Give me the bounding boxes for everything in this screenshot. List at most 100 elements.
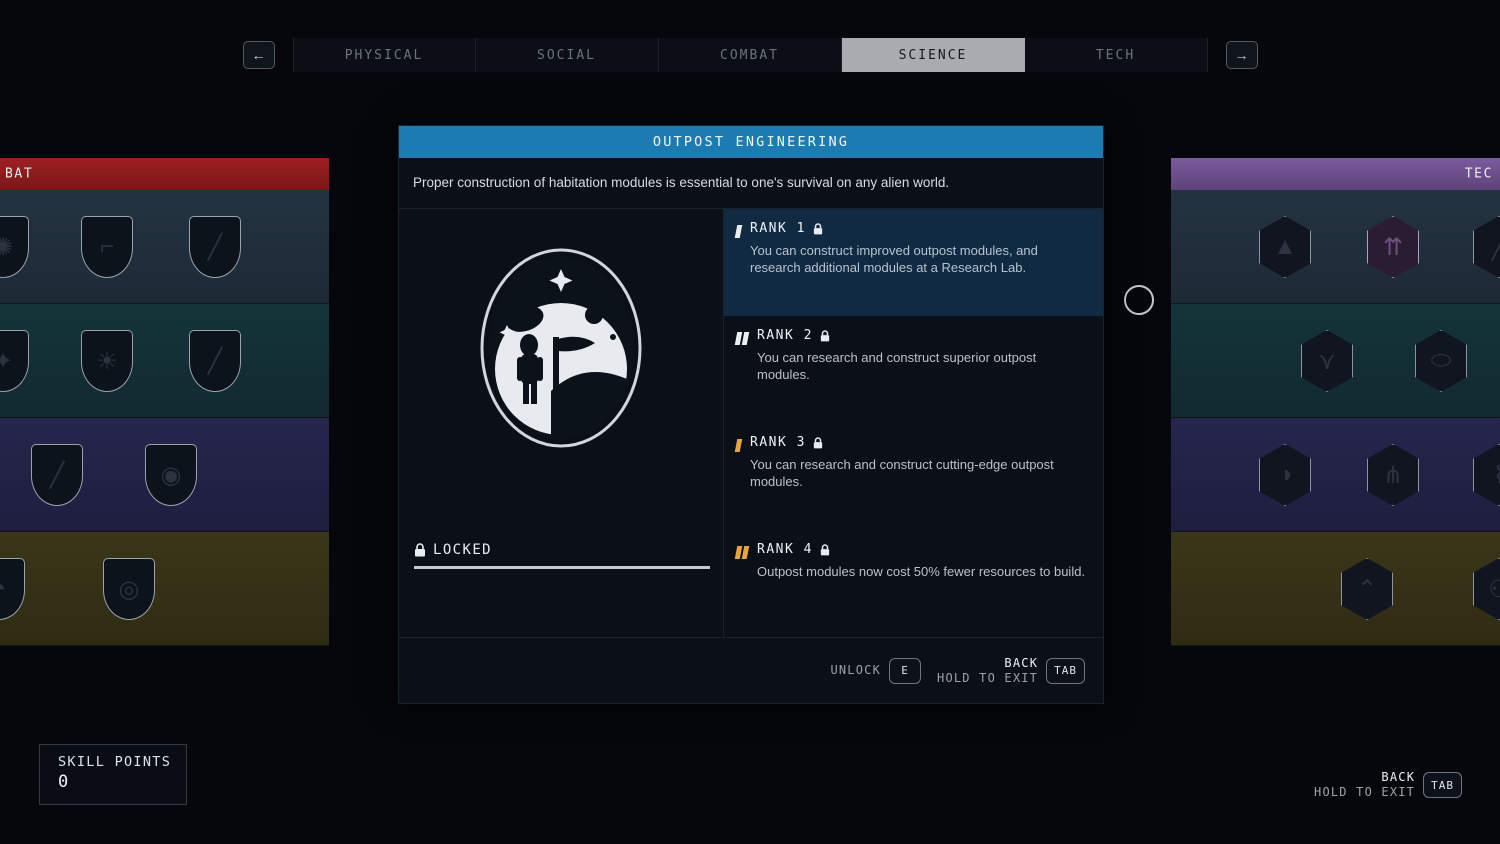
- tab-tech[interactable]: TECH: [1025, 38, 1208, 72]
- skill-title-header: OUTPOST ENGINEERING: [399, 126, 1103, 158]
- tier-row: ╱ ◉: [0, 418, 329, 532]
- tier-row: ◓ ◎: [0, 532, 329, 646]
- lock-icon: [813, 223, 823, 235]
- skill-badge[interactable]: ╱: [1473, 216, 1500, 278]
- background-panel-combat: BAT ✺ ⌐ ╱ ✦ ☀ ╱ ╱ ◉ ◓: [0, 158, 329, 648]
- rank-label: RANK 4: [757, 542, 813, 557]
- arrow-left-icon[interactable]: ←: [243, 41, 275, 69]
- lock-icon: [813, 437, 823, 449]
- scanner-icon: ◑: [1260, 445, 1310, 505]
- category-tabbar: ← PHYSICAL SOCIAL COMBAT SCIENCE TECH →: [0, 38, 1500, 72]
- skill-badge[interactable]: ⌇: [1473, 444, 1500, 506]
- skill-badge[interactable]: ⋎: [1301, 330, 1353, 392]
- shuttle-icon: ⌃: [1342, 559, 1392, 619]
- skill-badge[interactable]: ✦: [0, 330, 29, 392]
- rifle-icon: ╱: [190, 217, 240, 277]
- rank-description: You can research and construct cutting-e…: [750, 457, 1080, 490]
- skill-badge[interactable]: ☀: [81, 330, 133, 392]
- tier-row: ⌃ ⚇: [1171, 532, 1500, 646]
- capsule-icon: ⬭: [1416, 331, 1466, 391]
- rank-description: You can research and construct superior …: [757, 350, 1087, 383]
- astronaut-planet-emblem: [473, 241, 649, 456]
- skill-badge[interactable]: ╱: [31, 444, 83, 506]
- comet-icon: ╱: [1474, 217, 1500, 277]
- arrow-right-icon[interactable]: →: [1226, 41, 1258, 69]
- category-tabs: PHYSICAL SOCIAL COMBAT SCIENCE TECH: [293, 38, 1208, 72]
- target-icon: ◎: [104, 559, 154, 619]
- skill-progress-bar: [414, 566, 710, 569]
- tier-row: ⋎ ⬭: [1171, 304, 1500, 418]
- skill-badge[interactable]: ╱: [189, 216, 241, 278]
- gantry-icon: ⋔: [1368, 445, 1418, 505]
- tab-science[interactable]: SCIENCE: [842, 38, 1025, 72]
- skill-detail-card: OUTPOST ENGINEERING Proper construction …: [398, 125, 1104, 704]
- rank-pips: [736, 221, 741, 302]
- thruster-icon: ⇈: [1368, 217, 1418, 277]
- tier-row: ◑ ⋔ ⌇: [1171, 418, 1500, 532]
- back-label: BACK: [937, 656, 1038, 671]
- burst-icon: ✺: [0, 217, 28, 277]
- skill-badge[interactable]: ⌃: [1341, 558, 1393, 620]
- card-footer: UNLOCK E BACK HOLD TO EXIT TAB: [399, 637, 1103, 703]
- skill-badge[interactable]: ◉: [145, 444, 197, 506]
- category-header-tech-label: TEC: [1465, 167, 1493, 182]
- rank-row-3[interactable]: RANK 3 You can research and construct cu…: [724, 423, 1103, 530]
- rank-label: RANK 2: [757, 328, 813, 343]
- skill-badge[interactable]: ◎: [103, 558, 155, 620]
- rank-pips: [736, 328, 748, 409]
- rank-description: You can construct improved outpost modul…: [750, 243, 1080, 276]
- screen-back-key[interactable]: TAB: [1423, 772, 1462, 798]
- rank-row-1[interactable]: RANK 1 You can construct improved outpos…: [724, 209, 1103, 316]
- skill-badge[interactable]: ⚇: [1473, 558, 1500, 620]
- skill-badge[interactable]: ▲: [1259, 216, 1311, 278]
- rank-row-4[interactable]: RANK 4 Outpost modules now cost 50% fewe…: [724, 530, 1103, 637]
- unlock-key[interactable]: E: [889, 658, 921, 684]
- skill-badge[interactable]: ◑: [1259, 444, 1311, 506]
- rank-row-2[interactable]: RANK 2 You can research and construct su…: [724, 316, 1103, 423]
- page-title: OUTPOST ENGINEERING: [653, 134, 849, 150]
- skill-badge[interactable]: ╱: [189, 330, 241, 392]
- suit-icon: ⚇: [1474, 559, 1500, 619]
- screen-back-hint[interactable]: BACK HOLD TO EXIT TAB: [1314, 770, 1462, 800]
- skill-badge[interactable]: ⋔: [1367, 444, 1419, 506]
- rank-label: RANK 3: [750, 435, 806, 450]
- lock-icon: [414, 543, 426, 557]
- skill-badge[interactable]: ◓: [0, 558, 25, 620]
- skill-badge[interactable]: ⇈: [1367, 216, 1419, 278]
- tier-row: ✦ ☀ ╱: [0, 304, 329, 418]
- skill-badge[interactable]: ⌐: [81, 216, 133, 278]
- skill-node-circle[interactable]: [1124, 285, 1154, 315]
- planet-icon: ◉: [146, 445, 196, 505]
- skill-card-body: LOCKED RANK 1 You: [399, 209, 1103, 637]
- screen-back-sublabel: HOLD TO EXIT: [1314, 785, 1415, 799]
- sparkle-icon: ✦: [0, 331, 28, 391]
- blade-icon: ╱: [32, 445, 82, 505]
- helmet-icon: ◓: [0, 559, 24, 619]
- tab-combat[interactable]: COMBAT: [659, 38, 842, 72]
- rank-description: Outpost modules now cost 50% fewer resou…: [757, 564, 1087, 581]
- lock-icon: [820, 330, 830, 342]
- tier-row: ▲ ⇈ ╱: [1171, 190, 1500, 304]
- rank-pips: [736, 542, 748, 623]
- tab-physical[interactable]: PHYSICAL: [293, 38, 476, 72]
- category-header-tech: TEC: [1171, 158, 1500, 190]
- skill-description: Proper construction of habitation module…: [399, 158, 1103, 209]
- unlock-hint[interactable]: UNLOCK E: [830, 658, 921, 684]
- skill-points-panel: SKILL POINTS 0: [39, 744, 187, 805]
- skill-badge[interactable]: ⬭: [1415, 330, 1467, 392]
- skill-badge[interactable]: ✺: [0, 216, 29, 278]
- skill-emblem-pane: LOCKED: [399, 209, 724, 637]
- back-sublabel: HOLD TO EXIT: [937, 671, 1038, 685]
- rank-label: RANK 1: [750, 221, 806, 236]
- screen-back-label: BACK: [1314, 770, 1415, 785]
- rifle-icon: ╱: [190, 331, 240, 391]
- tab-social[interactable]: SOCIAL: [476, 38, 659, 72]
- skill-points-label: SKILL POINTS: [58, 754, 186, 770]
- skill-points-value: 0: [58, 772, 186, 792]
- rank-pips: [736, 435, 741, 516]
- skill-ranks-list: RANK 1 You can construct improved outpos…: [724, 209, 1103, 637]
- back-hint[interactable]: BACK HOLD TO EXIT TAB: [937, 656, 1085, 686]
- back-key[interactable]: TAB: [1046, 658, 1085, 684]
- category-header-combat-label: BAT: [5, 167, 33, 182]
- status-badge: LOCKED: [433, 542, 492, 558]
